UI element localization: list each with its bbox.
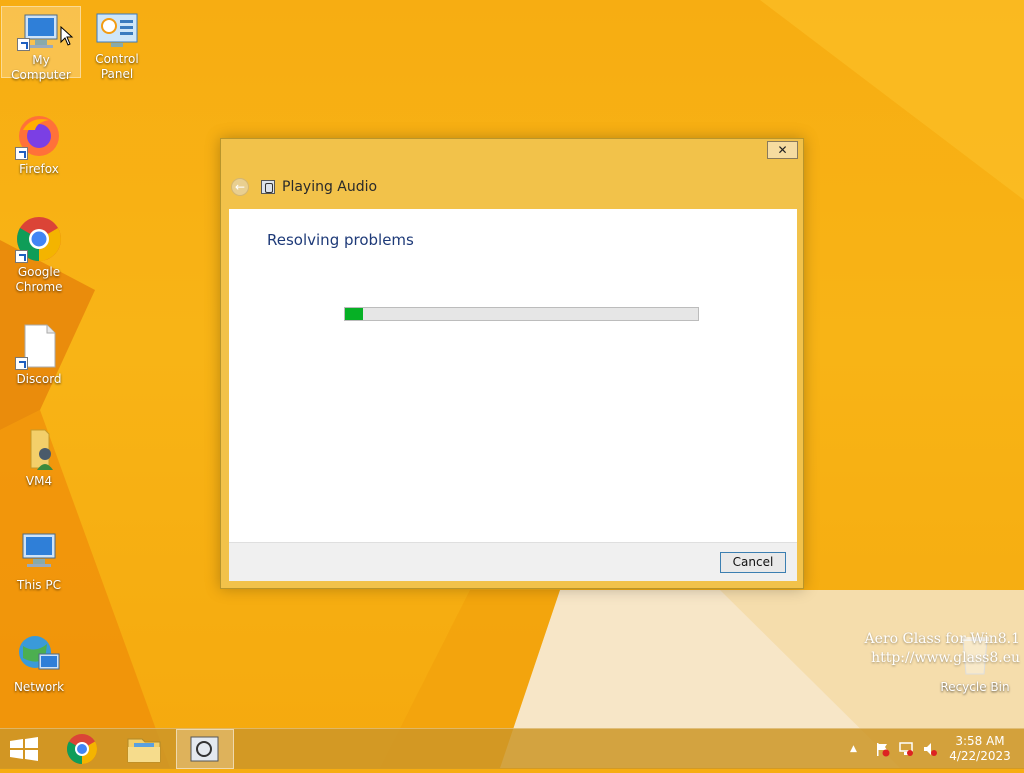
desktop-icon-discord[interactable]: Discord bbox=[0, 322, 78, 387]
taskbar: ▲ 3:58 AM 4/22/2023 bbox=[0, 728, 1024, 769]
windows-logo-icon bbox=[10, 737, 38, 761]
desktop-icon-label: Discord bbox=[16, 372, 62, 386]
desktop-icon-label: My Computer bbox=[11, 53, 71, 82]
desktop-icon-label: Control Panel bbox=[95, 52, 139, 81]
clock-date: 4/22/2023 bbox=[949, 749, 1011, 763]
dialog-title: Playing Audio bbox=[282, 179, 378, 195]
desktop-icon-label: VM4 bbox=[25, 474, 53, 488]
desktop-icon-control-panel[interactable]: Control Panel bbox=[78, 6, 156, 81]
desktop-icon-firefox[interactable]: Firefox bbox=[0, 112, 78, 177]
chrome-icon bbox=[15, 215, 63, 263]
taskbar-troubleshooter[interactable] bbox=[176, 729, 234, 769]
network-icon bbox=[15, 630, 63, 678]
aero-glass-watermark: Aero Glass for Win8.1 http://www.glass8.… bbox=[865, 630, 1020, 668]
tray-expand-icon[interactable]: ▲ bbox=[850, 741, 866, 757]
desktop-icon-network[interactable]: Network bbox=[0, 630, 78, 695]
mouse-cursor-icon bbox=[60, 26, 74, 46]
speaker-muted-icon[interactable] bbox=[922, 741, 938, 757]
desktop-icon-label: Google Chrome bbox=[15, 265, 63, 294]
dialog-content: Resolving problems bbox=[229, 209, 797, 542]
desktop-icon-label: Network bbox=[13, 680, 65, 694]
watermark-line: Aero Glass for Win8.1 bbox=[864, 631, 1020, 647]
control-panel-icon bbox=[93, 12, 141, 50]
taskbar-file-explorer[interactable] bbox=[116, 729, 174, 769]
computer-icon bbox=[17, 13, 65, 51]
desktop-icon-this-pc[interactable]: This PC bbox=[0, 528, 78, 593]
taskbar-chrome[interactable] bbox=[56, 729, 116, 769]
desktop-icon-vm4[interactable]: VM4 bbox=[0, 424, 78, 489]
status-heading: Resolving problems bbox=[267, 231, 414, 249]
cancel-button[interactable]: Cancel bbox=[720, 552, 786, 573]
taskbar-clock[interactable]: 3:58 AM 4/22/2023 bbox=[944, 734, 1016, 764]
back-arrow-icon[interactable]: ← bbox=[231, 178, 249, 196]
speaker-icon bbox=[261, 180, 275, 194]
troubleshooter-dialog: ✕ ← Playing Audio Resolving problems Can… bbox=[220, 138, 804, 589]
document-icon bbox=[15, 322, 63, 370]
desktop-icon-label: Recycle Bin bbox=[940, 680, 1010, 694]
dialog-header: ← Playing Audio bbox=[231, 177, 377, 197]
computer-icon bbox=[15, 528, 63, 576]
progress-bar-fill bbox=[345, 308, 363, 320]
start-button[interactable] bbox=[0, 729, 56, 769]
firefox-icon bbox=[15, 112, 63, 160]
user-folder-icon bbox=[15, 424, 63, 472]
desktop-icon-label: Firefox bbox=[19, 162, 59, 176]
chrome-icon bbox=[66, 734, 98, 764]
action-center-flag-icon[interactable] bbox=[874, 741, 890, 757]
desktop-icon-google-chrome[interactable]: Google Chrome bbox=[0, 215, 78, 295]
progress-bar bbox=[344, 307, 699, 321]
network-status-icon[interactable] bbox=[898, 741, 914, 757]
desktop-icon-label: This PC bbox=[17, 578, 61, 592]
troubleshooter-icon bbox=[190, 736, 219, 762]
close-button[interactable]: ✕ bbox=[767, 141, 798, 159]
clock-time: 3:58 AM bbox=[955, 734, 1005, 748]
file-explorer-icon bbox=[127, 738, 161, 763]
watermark-url: http://www.glass8.eu bbox=[871, 650, 1020, 666]
dialog-footer: Cancel bbox=[229, 542, 797, 581]
